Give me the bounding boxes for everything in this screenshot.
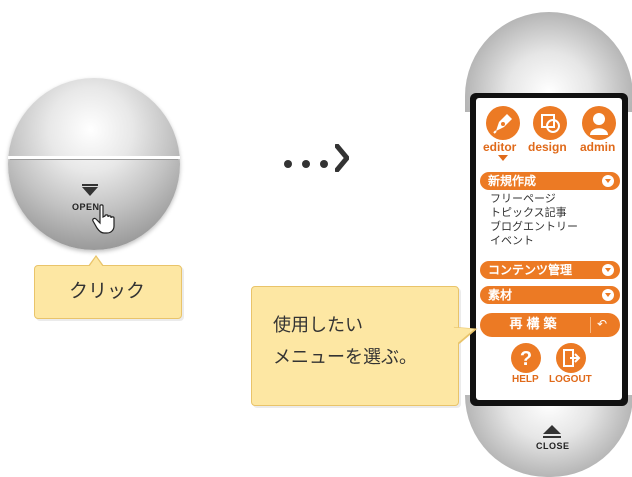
open-icon-bar bbox=[82, 184, 98, 186]
editor-tool-label[interactable]: editor bbox=[483, 140, 516, 154]
sphere-seam-shadow bbox=[10, 159, 178, 160]
design-tool-label[interactable]: design bbox=[528, 140, 567, 154]
arrow-dot bbox=[284, 160, 292, 168]
help-icon: ? bbox=[520, 348, 532, 370]
close-arrow-icon[interactable] bbox=[543, 425, 561, 434]
pen-icon bbox=[493, 114, 512, 134]
admin-tool-label[interactable]: admin bbox=[580, 140, 615, 154]
pointer-hand-icon bbox=[92, 204, 115, 234]
logout-label[interactable]: LOGOUT bbox=[549, 374, 592, 385]
admin-tool-button[interactable] bbox=[582, 106, 616, 140]
logout-icon bbox=[563, 349, 581, 367]
active-tool-indicator-icon bbox=[498, 155, 508, 161]
arrow-right-icon bbox=[335, 144, 349, 172]
help-label[interactable]: HELP bbox=[512, 374, 539, 385]
rebuild-label[interactable]: 再構築 bbox=[480, 313, 590, 337]
menu-item-free-page[interactable]: フリーページ bbox=[490, 192, 556, 205]
section-assets-label: 素材 bbox=[488, 288, 513, 302]
select-menu-callout-text: 使用したい メニューを選ぶ。 bbox=[273, 310, 417, 374]
section-new-label: 新規作成 bbox=[488, 174, 537, 188]
menu-item-event[interactable]: イベント bbox=[490, 234, 534, 247]
arrow-dot bbox=[320, 160, 328, 168]
chevron-down-icon[interactable] bbox=[602, 175, 614, 187]
design-tool-button[interactable] bbox=[533, 106, 567, 140]
callout-line-2: メニューを選ぶ。 bbox=[273, 347, 417, 368]
chevron-down-icon[interactable] bbox=[602, 289, 614, 301]
callout-line-1: 使用したい bbox=[273, 315, 363, 336]
menu-item-blog-entry[interactable]: ブログエントリー bbox=[490, 220, 578, 233]
design-icon bbox=[541, 114, 560, 133]
close-icon-bar bbox=[543, 436, 561, 438]
arrow-dot bbox=[302, 160, 310, 168]
section-content-label: コンテンツ管理 bbox=[488, 263, 573, 277]
editor-tool-button[interactable] bbox=[486, 106, 520, 140]
svg-text:?: ? bbox=[520, 348, 532, 370]
help-button[interactable]: ? bbox=[511, 343, 541, 373]
open-arrow-icon[interactable] bbox=[82, 187, 98, 196]
chevron-down-icon[interactable] bbox=[602, 264, 614, 276]
menu-item-topics[interactable]: トピックス記事 bbox=[490, 206, 567, 219]
user-icon bbox=[590, 113, 608, 135]
logout-button[interactable] bbox=[556, 343, 586, 373]
undo-icon[interactable]: ↶ bbox=[597, 317, 607, 331]
rebuild-divider bbox=[590, 317, 591, 333]
click-callout-text: クリック bbox=[68, 280, 145, 302]
close-button-label[interactable]: CLOSE bbox=[536, 441, 570, 451]
